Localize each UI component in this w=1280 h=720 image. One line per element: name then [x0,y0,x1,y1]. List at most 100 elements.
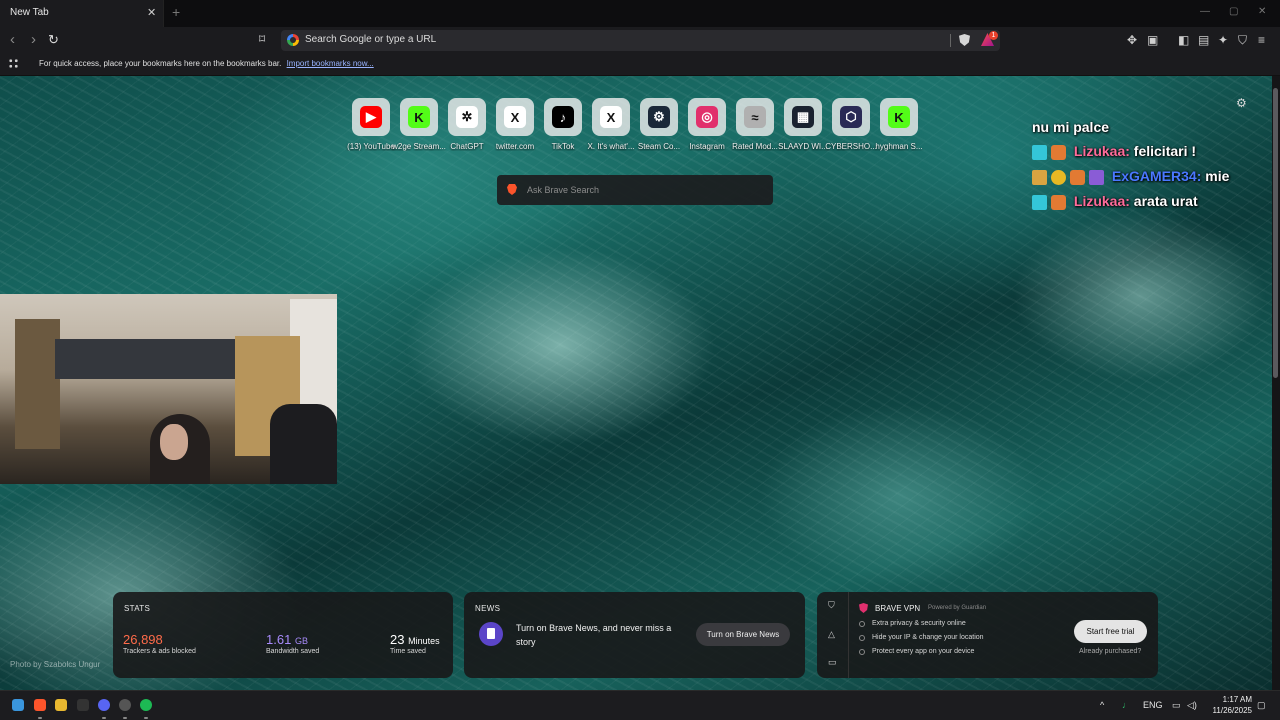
customize-gear-icon[interactable]: ⚙ [1236,96,1247,110]
forward-icon[interactable]: › [31,31,36,48]
bandwidth-unit: GB [294,636,308,646]
running-indicator [144,717,148,719]
volume-icon[interactable]: ◁) [1187,700,1197,711]
talk-tab-icon[interactable]: △ [828,629,835,640]
widget-switcher: ⛉ △ ▭ [817,592,849,678]
clock-time[interactable]: 1:17 AM [1212,695,1252,704]
clock-date[interactable]: 11/26/2025 [1204,706,1252,715]
sidebar-icon[interactable]: ◧ [1178,33,1189,47]
windows-start-icon[interactable] [12,699,24,711]
news-icon [479,622,503,646]
close-window-button[interactable]: ✕ [1258,6,1266,17]
vpn-tab-icon[interactable]: ⛉ [828,600,835,611]
network-icon[interactable]: ▭ [1172,700,1181,711]
leo-ai-icon[interactable]: ✦ [1218,33,1228,47]
running-indicator [102,717,106,719]
new-tab-button[interactable]: + [172,4,180,20]
trackers-value: 26,898 [123,632,163,647]
time-stat: 23 Minutes [390,632,440,647]
rewards-tab-icon[interactable]: ▭ [828,657,837,668]
check-icon [859,635,865,641]
youtube-icon: ▶ [360,106,382,128]
top-site-tile[interactable]: ♪ [544,98,582,136]
stats-title: STATS [124,604,151,613]
top-site-label: hyghman S... [875,142,923,151]
top-site-tile[interactable]: X [496,98,534,136]
rewards-badge: 1 [989,31,998,40]
news-text: Turn on Brave News, and never miss a sto… [516,623,672,647]
reload-icon[interactable]: ↻ [48,32,59,48]
tray-overflow-icon[interactable]: ^ [1100,700,1104,710]
running-indicator [123,717,127,719]
discord-icon[interactable] [98,699,110,711]
language-indicator[interactable]: ENG [1143,700,1163,710]
brave-search-box[interactable]: Ask Brave Search [497,175,773,205]
minimize-button[interactable]: — [1200,6,1210,17]
tab-new-tab[interactable]: New Tab ✕ [0,0,164,27]
webcam-face [160,424,188,460]
bookmark-icon[interactable]: ⌑ [259,32,265,46]
top-site-tile[interactable]: ≈ [736,98,774,136]
obs-icon[interactable] [119,699,131,711]
file-explorer-icon[interactable] [55,699,67,711]
top-site-tile[interactable]: ◎ [688,98,726,136]
extensions-icon[interactable]: ✥ [1127,33,1137,47]
chat-text: arata urat [1133,193,1198,209]
tab-title: New Tab [10,7,49,18]
top-site-tile[interactable]: ⚙ [640,98,678,136]
subscriber-badge-icon [1051,144,1066,160]
emote-badge-icon [1089,169,1104,185]
top-site-tile[interactable]: X [592,98,630,136]
x-icon: X [600,106,622,128]
taskbar-app-icon[interactable] [77,699,89,711]
notifications-icon[interactable]: ▢ [1257,700,1266,711]
wallet-icon[interactable]: ▤ [1198,33,1209,47]
running-indicator [38,717,42,719]
microphone-icon[interactable]: ♩ [1122,700,1131,710]
already-purchased-link[interactable]: Already purchased? [1079,648,1141,655]
photo-credit[interactable]: Photo by Szabolcs Ungur [10,660,100,669]
chatgpt-icon: ✲ [456,106,478,128]
top-site-tile[interactable]: K [880,98,918,136]
kick-icon: K [408,106,430,128]
wallet-extension-icon[interactable]: ▣ [1147,33,1158,47]
bookmarks-message-text: For quick access, place your bookmarks h… [39,59,282,68]
webcam-overlay [0,294,337,484]
top-site-tile[interactable]: ▶ [352,98,390,136]
top-site-tile[interactable]: ▦ [784,98,822,136]
bandwidth-label: Bandwidth saved [266,648,320,655]
tab-close-icon[interactable]: ✕ [147,6,156,19]
brave-shields-icon[interactable] [959,34,970,46]
vpn-feature: Extra privacy & security online [872,620,966,627]
start-free-trial-button[interactable]: Start free trial [1074,620,1147,643]
maximize-button[interactable]: ▢ [1229,6,1238,17]
brave-lion-icon [507,184,517,195]
scrollbar-thumb[interactable] [1273,88,1278,378]
vpn-feature: Protect every app on your device [872,648,975,655]
address-bar[interactable]: Search Google or type a URL 1 [281,30,1000,51]
brave-taskbar-icon[interactable] [34,699,46,711]
spotify-icon[interactable] [140,699,152,711]
back-icon[interactable]: ‹ [10,31,15,48]
title-bar: New Tab ✕ + — ▢ ✕ [0,0,1280,27]
instagram-icon: ◎ [696,106,718,128]
subscriber-badge-icon [1051,194,1066,210]
chat-message: Lizukaa: arata urat [1032,193,1198,215]
browser-toolbar: ‹ › ↻ ⌑ Search Google or type a URL 1 ✥ … [0,27,1280,54]
bandwidth-stat: 1.61 GB [266,632,308,647]
top-site-tile[interactable]: ✲ [448,98,486,136]
apps-grid-icon[interactable] [8,58,19,69]
top-site-tile[interactable]: ⬡ [832,98,870,136]
turn-on-news-button[interactable]: Turn on Brave News [696,623,790,646]
chat-message: Lizukaa: felicitari ! [1032,143,1196,165]
vpn-widget: ⛉ △ ▭ BRAVE VPN Powered by Guardian Extr… [817,592,1158,678]
menu-icon[interactable]: ≡ [1258,33,1265,47]
import-bookmarks-link[interactable]: Import bookmarks now... [287,59,374,68]
chat-username: Lizukaa: [1073,193,1130,209]
coin-badge-icon [1051,169,1066,185]
top-site-tile[interactable]: K [400,98,438,136]
vpn-icon[interactable]: ⛉ [1238,33,1247,48]
tiktok-icon: ♪ [552,106,574,128]
chat-text: felicitari ! [1133,143,1197,159]
crown-badge-icon [1032,169,1047,185]
